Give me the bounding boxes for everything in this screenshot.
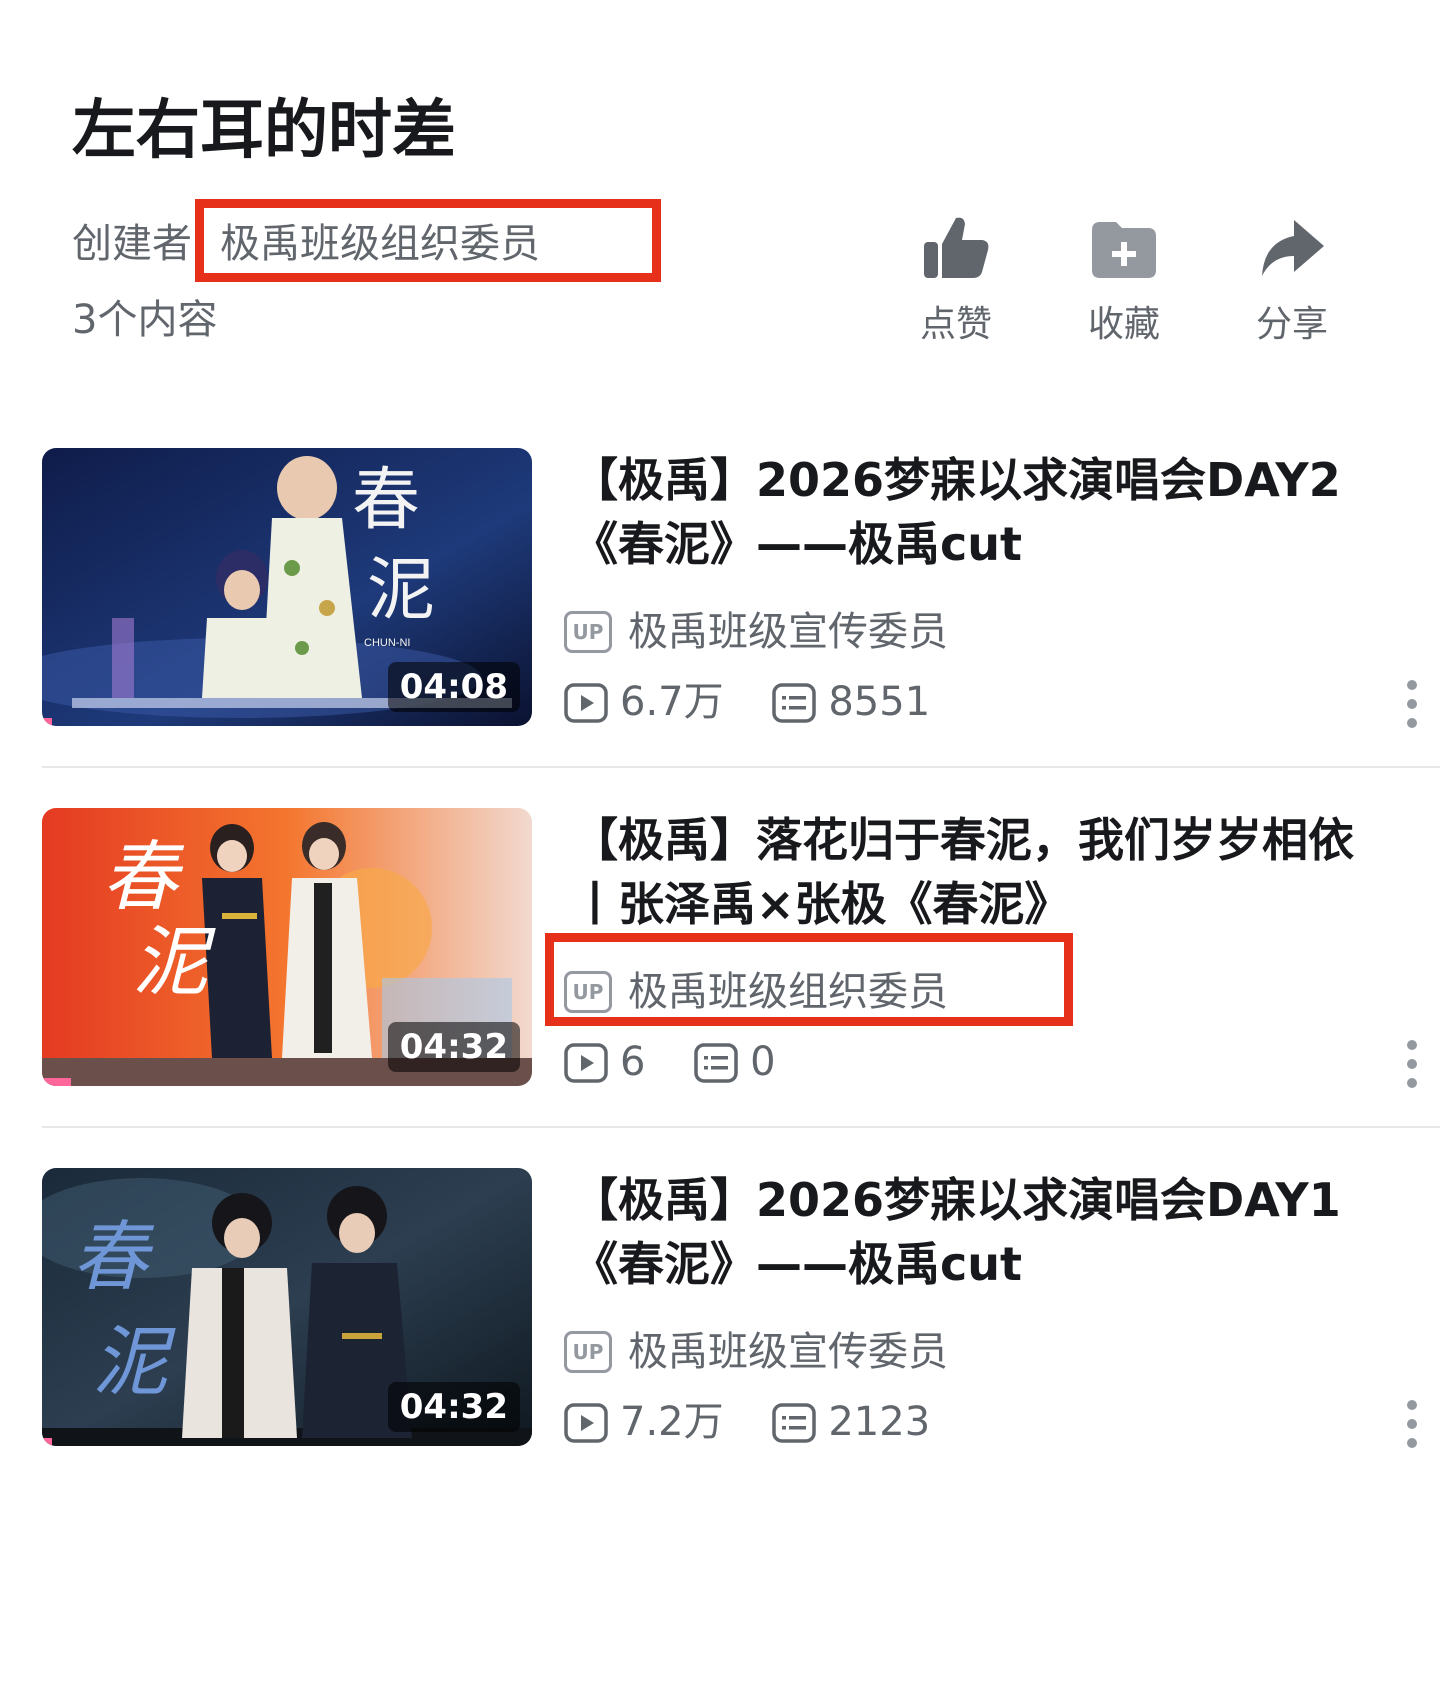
more-options-icon[interactable] [1397,1040,1427,1090]
video-thumbnail[interactable]: 春 泥 04:32 [42,1168,532,1446]
favorite-label: 收藏 [1087,304,1160,345]
video-title-line: 【极禹】落花归于春泥，我们岁岁相依 [572,813,1354,867]
video-title-line: 丨张泽禹×张极《春泥》 [572,877,1071,931]
video-thumbnail[interactable]: 春 泥 CHUN-NI 04:08 [42,448,532,726]
view-count: 6 [564,1034,645,1090]
danmaku-count: 8551 [772,674,930,730]
thumbnail-text: 春 [72,1216,155,1300]
creator-name-link[interactable]: 极禹班级组织委员 [220,221,540,267]
video-title-line: 《春泥》——极禹cut [572,1237,1023,1291]
folder-plus-icon [1092,222,1156,278]
share-arrow-icon [1262,220,1324,276]
watch-progress-bar [42,1438,52,1446]
video-item[interactable]: 春 泥 CHUN-NI 04:08 【极禹】2026梦寐以求演唱会DAY2 《春… [42,448,1440,748]
play-count-icon [564,683,608,723]
danmaku-icon [694,1043,738,1083]
content-count: 3个内容 [72,297,218,343]
more-options-icon[interactable] [1397,680,1427,730]
video-title[interactable]: 【极禹】2026梦寐以求演唱会DAY1 《春泥》——极禹cut [572,1168,1432,1296]
danmaku-count: 2123 [772,1394,930,1450]
thumbnail-subtext: CHUN-NI [364,637,410,649]
video-duration: 04:32 [387,1022,520,1072]
svg-text:泥: 泥 [92,1321,176,1405]
favorite-button[interactable]: 收藏 [1064,210,1184,350]
danmaku-icon [772,683,817,723]
video-item[interactable]: 春 泥 04:32 【极禹】落花归于春泥，我们岁岁相依 丨张泽禹×张极《春泥》 … [42,808,1440,1108]
video-title[interactable]: 【极禹】2026梦寐以求演唱会DAY2 《春泥》——极禹cut [572,448,1432,576]
danmaku-icon [772,1403,817,1443]
video-title[interactable]: 【极禹】落花归于春泥，我们岁岁相依 丨张泽禹×张极《春泥》 [572,808,1432,936]
play-count-icon [564,1043,608,1083]
svg-text:泥: 泥 [132,921,216,1005]
up-badge-icon: UP [564,1331,612,1373]
view-count-value: 6 [620,1039,646,1085]
view-count-value: 6.7万 [620,679,724,725]
video-duration: 04:08 [387,662,520,712]
like-label: 点赞 [919,304,992,345]
video-thumbnail[interactable]: 春 泥 04:32 [42,808,532,1086]
up-badge-icon: UP [564,611,612,653]
danmaku-count: 0 [694,1034,776,1090]
video-stats: 6 0 [564,1034,812,1090]
share-label: 分享 [1255,304,1328,345]
divider [42,766,1440,768]
watch-progress-bar [42,1078,72,1086]
video-title-line: 【极禹】2026梦寐以求演唱会DAY2 [572,453,1341,507]
play-count-icon [564,1403,608,1443]
like-button[interactable]: 点赞 [896,210,1016,350]
thumbs-up-icon [924,217,989,278]
view-count: 7.2万 [564,1394,724,1450]
thumbnail-text: 春 [352,462,420,538]
video-title-line: 【极禹】2026梦寐以求演唱会DAY1 [572,1173,1341,1227]
danmaku-count-value: 0 [750,1039,776,1085]
uploader-name: 极禹班级组织委员 [628,969,948,1015]
video-title-line: 《春泥》——极禹cut [572,517,1023,571]
watch-progress-bar [42,718,52,726]
video-item[interactable]: 春 泥 04:32 【极禹】2026梦寐以求演唱会DAY1 《春泥》——极禹cu… [42,1168,1440,1468]
danmaku-count-value: 2123 [828,1399,931,1445]
uploader-link[interactable]: UP 极禹班级宣传委员 [564,1324,948,1380]
page-title: 左右耳的时差 [72,94,456,168]
creator-row: 创建者 极禹班级组织委员 [72,216,540,272]
video-duration: 04:32 [387,1382,520,1432]
danmaku-count-value: 8551 [828,679,931,725]
uploader-name: 极禹班级宣传委员 [628,609,948,655]
creator-label: 创建者 [72,221,192,267]
divider [42,1126,1440,1128]
share-button[interactable]: 分享 [1232,210,1352,350]
view-count-value: 7.2万 [620,1399,724,1445]
video-stats: 7.2万 2123 [564,1394,966,1450]
uploader-link[interactable]: UP 极禹班级宣传委员 [564,604,948,660]
uploader-link[interactable]: UP 极禹班级组织委员 [564,964,948,1020]
svg-text:泥: 泥 [367,552,435,628]
up-badge-icon: UP [564,971,612,1013]
view-count: 6.7万 [564,674,724,730]
video-stats: 6.7万 8551 [564,674,966,730]
uploader-name: 极禹班级宣传委员 [628,1329,948,1375]
more-options-icon[interactable] [1397,1400,1427,1450]
thumbnail-text: 春 [102,836,185,920]
